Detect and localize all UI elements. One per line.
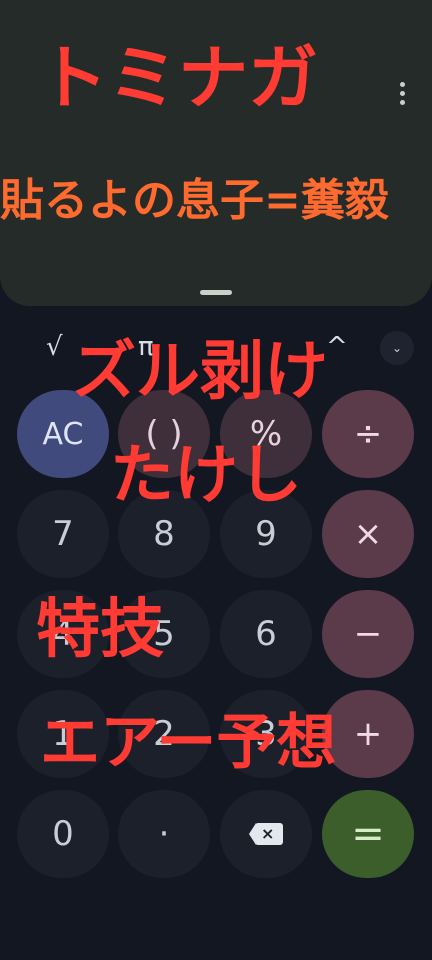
divide-button[interactable]: ÷ [322, 390, 414, 478]
digit-8-button[interactable]: 8 [118, 490, 210, 578]
more-vertical-icon[interactable] [392, 78, 412, 108]
calculator-display [0, 0, 432, 306]
digit-0-button[interactable]: 0 [17, 790, 109, 878]
backspace-icon: × [249, 823, 283, 845]
digit-3-button[interactable]: 3 [220, 690, 312, 778]
digit-4-button[interactable]: 4 [17, 590, 109, 678]
chevron-down-icon[interactable]: ⌄ [380, 331, 414, 365]
equals-button[interactable]: = [322, 790, 414, 878]
backspace-button[interactable]: × [220, 790, 312, 878]
drag-handle-icon[interactable] [200, 290, 232, 295]
multiply-button[interactable]: × [322, 490, 414, 578]
clear-button[interactable]: AC [17, 390, 109, 478]
plus-button[interactable]: + [322, 690, 414, 778]
digit-1-button[interactable]: 1 [17, 690, 109, 778]
scientific-row: √ π ^ [0, 322, 432, 378]
decimal-button[interactable]: · [118, 790, 210, 878]
digit-9-button[interactable]: 9 [220, 490, 312, 578]
pi-button[interactable]: π [138, 332, 154, 362]
power-button[interactable]: ^ [326, 332, 348, 362]
sqrt-button[interactable]: √ [46, 332, 63, 362]
percent-button[interactable]: % [220, 390, 312, 478]
parentheses-button[interactable]: ( ) [118, 390, 210, 478]
minus-button[interactable]: − [322, 590, 414, 678]
digit-5-button[interactable]: 5 [118, 590, 210, 678]
digit-2-button[interactable]: 2 [118, 690, 210, 778]
digit-7-button[interactable]: 7 [17, 490, 109, 578]
digit-6-button[interactable]: 6 [220, 590, 312, 678]
